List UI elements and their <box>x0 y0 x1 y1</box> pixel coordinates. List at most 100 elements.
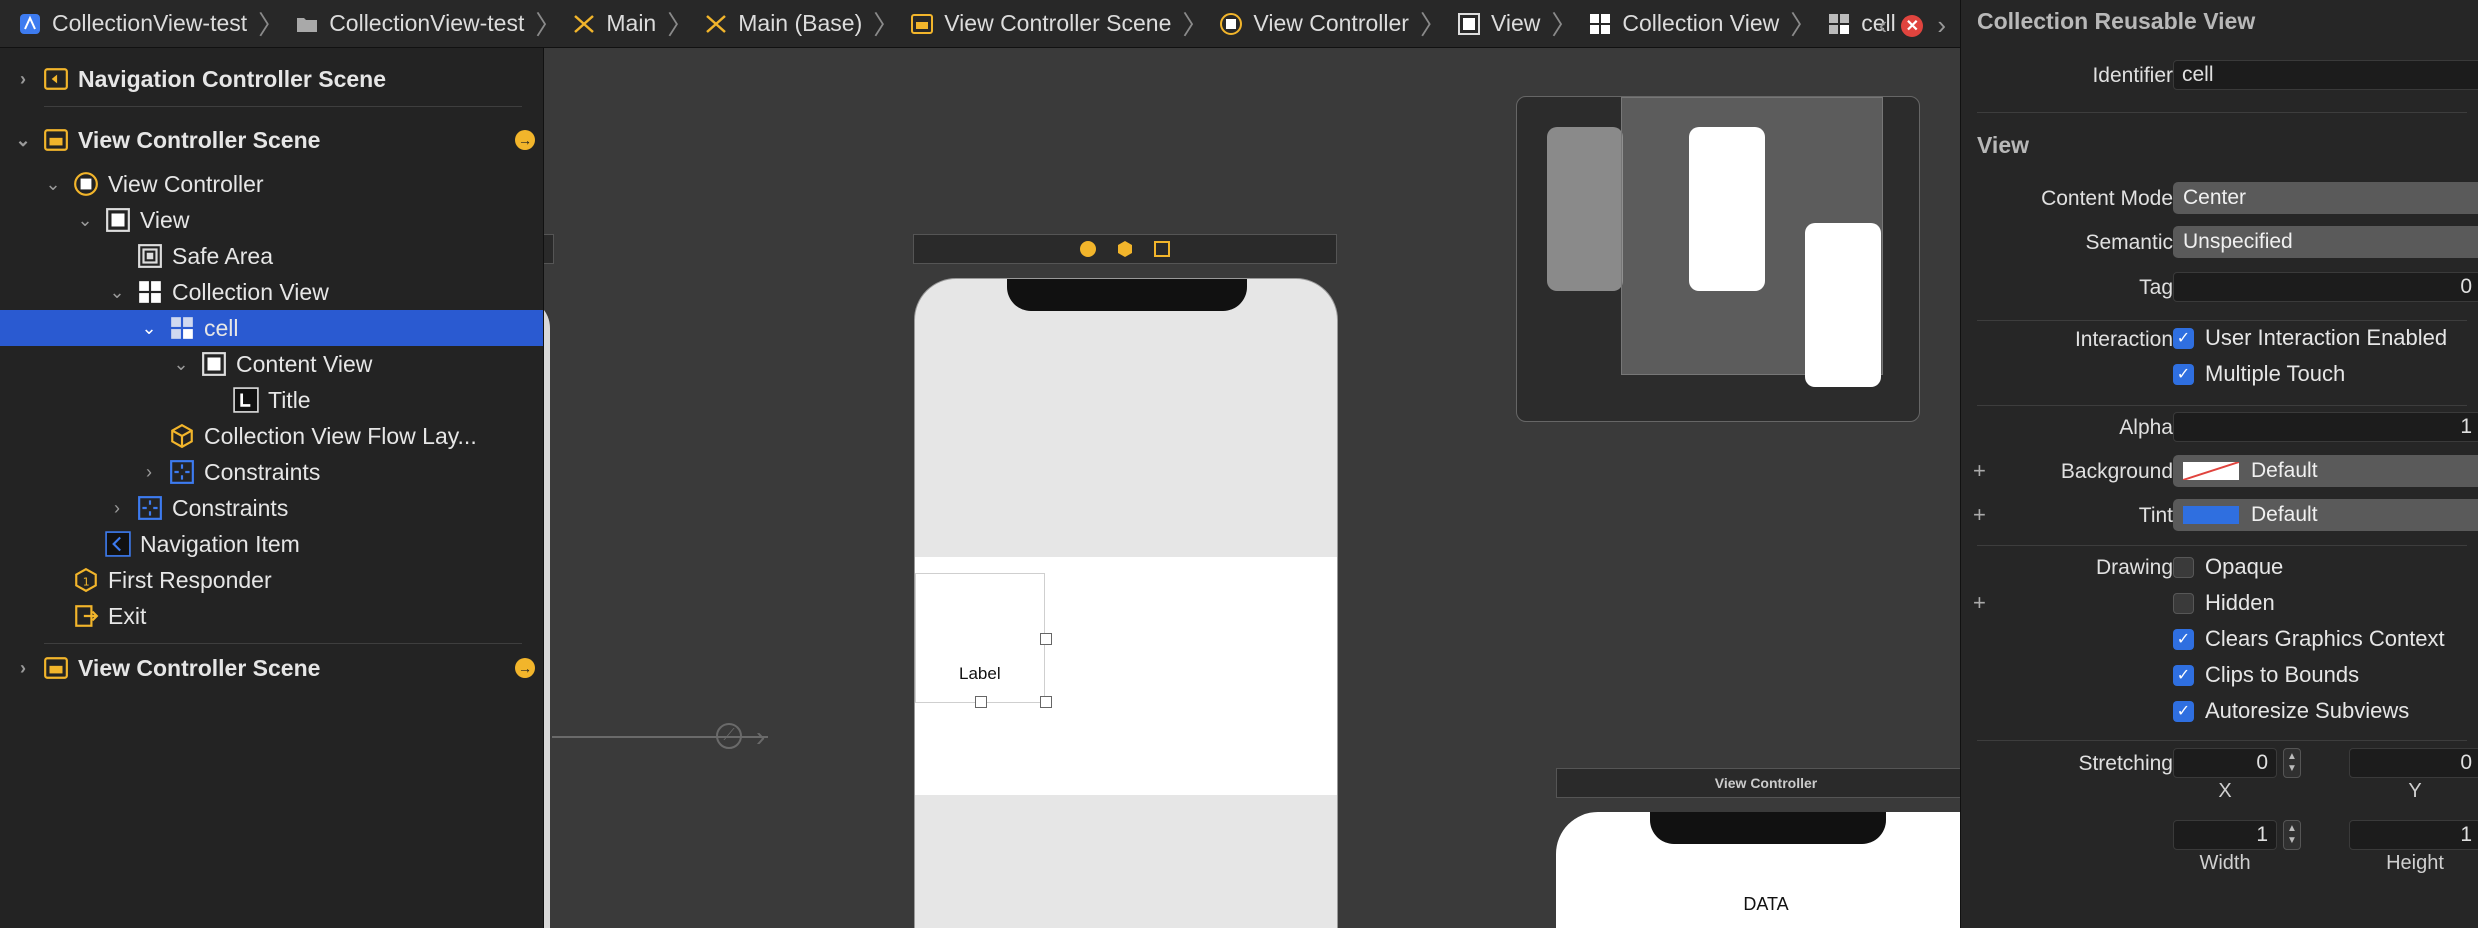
outline-row-view[interactable]: ⌄ View <box>0 202 543 238</box>
resize-handle[interactable] <box>1040 633 1052 645</box>
outline-row-constraints-outer[interactable]: › Constraints <box>0 490 543 526</box>
stretch-y-field[interactable]: 0 <box>2349 748 2478 778</box>
breadcrumb-collection-view[interactable]: Collection View <box>1588 10 1779 37</box>
multiple-touch-checkbox[interactable]: ✓ Multiple Touch <box>2173 361 2345 387</box>
interaction-label: Interaction <box>2074 328 2173 351</box>
segue-icon[interactable]: ⟋ <box>716 723 742 749</box>
semantic-popup[interactable]: Unspecified ⌃⌄ <box>2173 226 2478 258</box>
collection-cell[interactable]: Label <box>915 557 1337 795</box>
exit-icon <box>72 602 100 630</box>
outline-row-safe-area[interactable]: Safe Area <box>0 238 543 274</box>
identifier-field[interactable]: cell <box>2173 60 2478 90</box>
stretch-height-value: 1 <box>2460 823 2472 846</box>
outline-row-view-controller-scene-2[interactable]: › View Controller Scene → <box>0 650 543 686</box>
background-popup[interactable]: Default ⌃⌄ <box>2173 455 2478 487</box>
second-scene-dock[interactable]: View Controller <box>1556 768 1960 798</box>
section-title: Collection Reusable View <box>1977 8 2256 34</box>
opaque-checkbox[interactable]: Opaque <box>2173 554 2283 580</box>
cell-title-label[interactable]: Label <box>959 664 1001 684</box>
breadcrumb-scene[interactable]: View Controller Scene <box>910 10 1171 37</box>
breadcrumb-view-controller[interactable]: View Controller <box>1219 10 1409 37</box>
content-mode-popup[interactable]: Center ⌃⌄ <box>2173 182 2478 214</box>
outline-label: Collection View Flow Lay... <box>204 422 477 449</box>
add-variation-icon[interactable]: + <box>1973 590 1986 616</box>
storyboard-canvas[interactable]: ⟋ › Label View Controller DATA <box>544 48 1960 928</box>
error-icon[interactable]: ✕ <box>1901 14 1924 37</box>
exit-icon[interactable] <box>1154 241 1170 257</box>
outline-row-view-controller-scene[interactable]: ⌄ View Controller Scene → <box>0 122 543 158</box>
alpha-field[interactable]: 1 <box>2173 412 2478 442</box>
outline-row-exit[interactable]: Exit <box>0 598 543 634</box>
second-scene-title: View Controller <box>1714 775 1818 791</box>
collection-view-icon <box>1588 12 1612 36</box>
view-controller-icon[interactable] <box>1080 241 1096 257</box>
resize-handle[interactable] <box>1040 696 1052 708</box>
scene-dock[interactable] <box>913 234 1337 264</box>
breadcrumb-storyboard-base[interactable]: Main (Base) <box>704 10 862 37</box>
clips-to-bounds-checkbox[interactable]: ✓ Clips to Bounds <box>2173 662 2359 688</box>
view-controller-scene-device[interactable]: Label <box>914 278 1338 928</box>
second-scene-text[interactable]: DATA <box>1556 894 1960 915</box>
no-color-swatch-icon <box>2183 462 2239 480</box>
stretch-x-stepper[interactable]: ▲ ▼ <box>2283 748 2301 778</box>
go-to-scene-icon[interactable]: → <box>515 130 535 150</box>
chevron-down-icon[interactable]: ⌄ <box>108 282 126 303</box>
outline-row-first-responder[interactable]: 1 First Responder <box>0 562 543 598</box>
resize-handle[interactable] <box>975 696 987 708</box>
user-interaction-checkbox[interactable]: ✓ User Interaction Enabled <box>2173 325 2447 351</box>
chevron-right-icon[interactable]: › <box>140 462 158 483</box>
divider <box>1977 320 2467 321</box>
chevron-down-icon[interactable]: ⌄ <box>76 210 94 231</box>
attributes-inspector: Collection Reusable View Identifier cell… <box>1960 0 2478 928</box>
navigation-controller-frame[interactable] <box>544 298 550 928</box>
chevron-down-icon[interactable]: ⌄ <box>14 130 32 151</box>
outline-row-title[interactable]: Title <box>0 382 543 418</box>
stretch-height-field[interactable]: 1 <box>2349 820 2478 850</box>
chevron-down-icon[interactable]: ⌄ <box>44 174 62 195</box>
outline-row-collection-view[interactable]: ⌄ Collection View <box>0 274 543 310</box>
go-to-scene-icon[interactable]: → <box>515 658 535 678</box>
breadcrumb-project[interactable]: CollectionView-test <box>18 10 247 37</box>
first-responder-icon[interactable] <box>1118 241 1132 257</box>
breadcrumb-folder[interactable]: CollectionView-test <box>295 10 524 37</box>
chevron-right-icon[interactable]: › <box>14 658 32 679</box>
outline-row-navigation-controller-scene[interactable]: › Navigation Controller Scene <box>0 61 543 97</box>
chevron-down-icon[interactable]: ⌄ <box>140 318 158 339</box>
constraints-icon <box>168 458 196 486</box>
outline-row-cell[interactable]: ⌄ cell <box>0 310 543 346</box>
divider <box>1977 545 2467 546</box>
autoresize-checkbox[interactable]: ✓ Autoresize Subviews <box>2173 698 2409 724</box>
canvas-minimap[interactable] <box>1516 96 1920 422</box>
outline-label: Constraints <box>172 494 289 521</box>
outline-label: View Controller <box>108 170 264 197</box>
outline-row-content-view[interactable]: ⌄ Content View <box>0 346 543 382</box>
chevron-left-icon[interactable]: ‹ <box>1879 10 1888 41</box>
outline-row-view-controller[interactable]: ⌄ View Controller <box>0 166 543 202</box>
chevron-right-icon[interactable]: › <box>14 69 32 90</box>
breadcrumb-separator: 〉 <box>1790 10 1817 40</box>
navigation-controller-scene-preview[interactable] <box>544 234 554 264</box>
outline-row-constraints-inner[interactable]: › Constraints <box>0 454 543 490</box>
hidden-checkbox[interactable]: Hidden <box>2173 590 2275 616</box>
chevron-right-icon[interactable]: › <box>1937 10 1946 41</box>
tint-popup[interactable]: Default ⌃⌄ <box>2173 499 2478 531</box>
chevron-right-icon[interactable]: › <box>108 498 126 519</box>
clears-graphics-checkbox[interactable]: ✓ Clears Graphics Context <box>2173 626 2445 652</box>
tag-field[interactable]: 0 <box>2173 272 2478 302</box>
breadcrumb-view[interactable]: View <box>1457 10 1540 37</box>
stretch-width-stepper[interactable]: ▲ ▼ <box>2283 820 2301 850</box>
document-outline: › Navigation Controller Scene ⌄ View Con… <box>0 48 544 928</box>
stretching-label: Stretching <box>2078 752 2173 775</box>
outline-row-navigation-item[interactable]: Navigation Item <box>0 526 543 562</box>
minimap-scene <box>1689 127 1765 291</box>
view-icon <box>104 206 132 234</box>
stretch-width-field[interactable]: 1 <box>2173 820 2277 850</box>
chevron-down-icon[interactable]: ⌄ <box>172 354 190 375</box>
second-scene-device[interactable]: DATA <box>1556 812 1960 928</box>
outline-row-flow-layout[interactable]: Collection View Flow Lay... <box>0 418 543 454</box>
stretch-x-field[interactable]: 0 <box>2173 748 2277 778</box>
stretch-x-value: 0 <box>2256 751 2268 774</box>
first-responder-icon: 1 <box>72 566 100 594</box>
project-icon <box>18 12 42 36</box>
breadcrumb-storyboard[interactable]: Main <box>572 10 656 37</box>
